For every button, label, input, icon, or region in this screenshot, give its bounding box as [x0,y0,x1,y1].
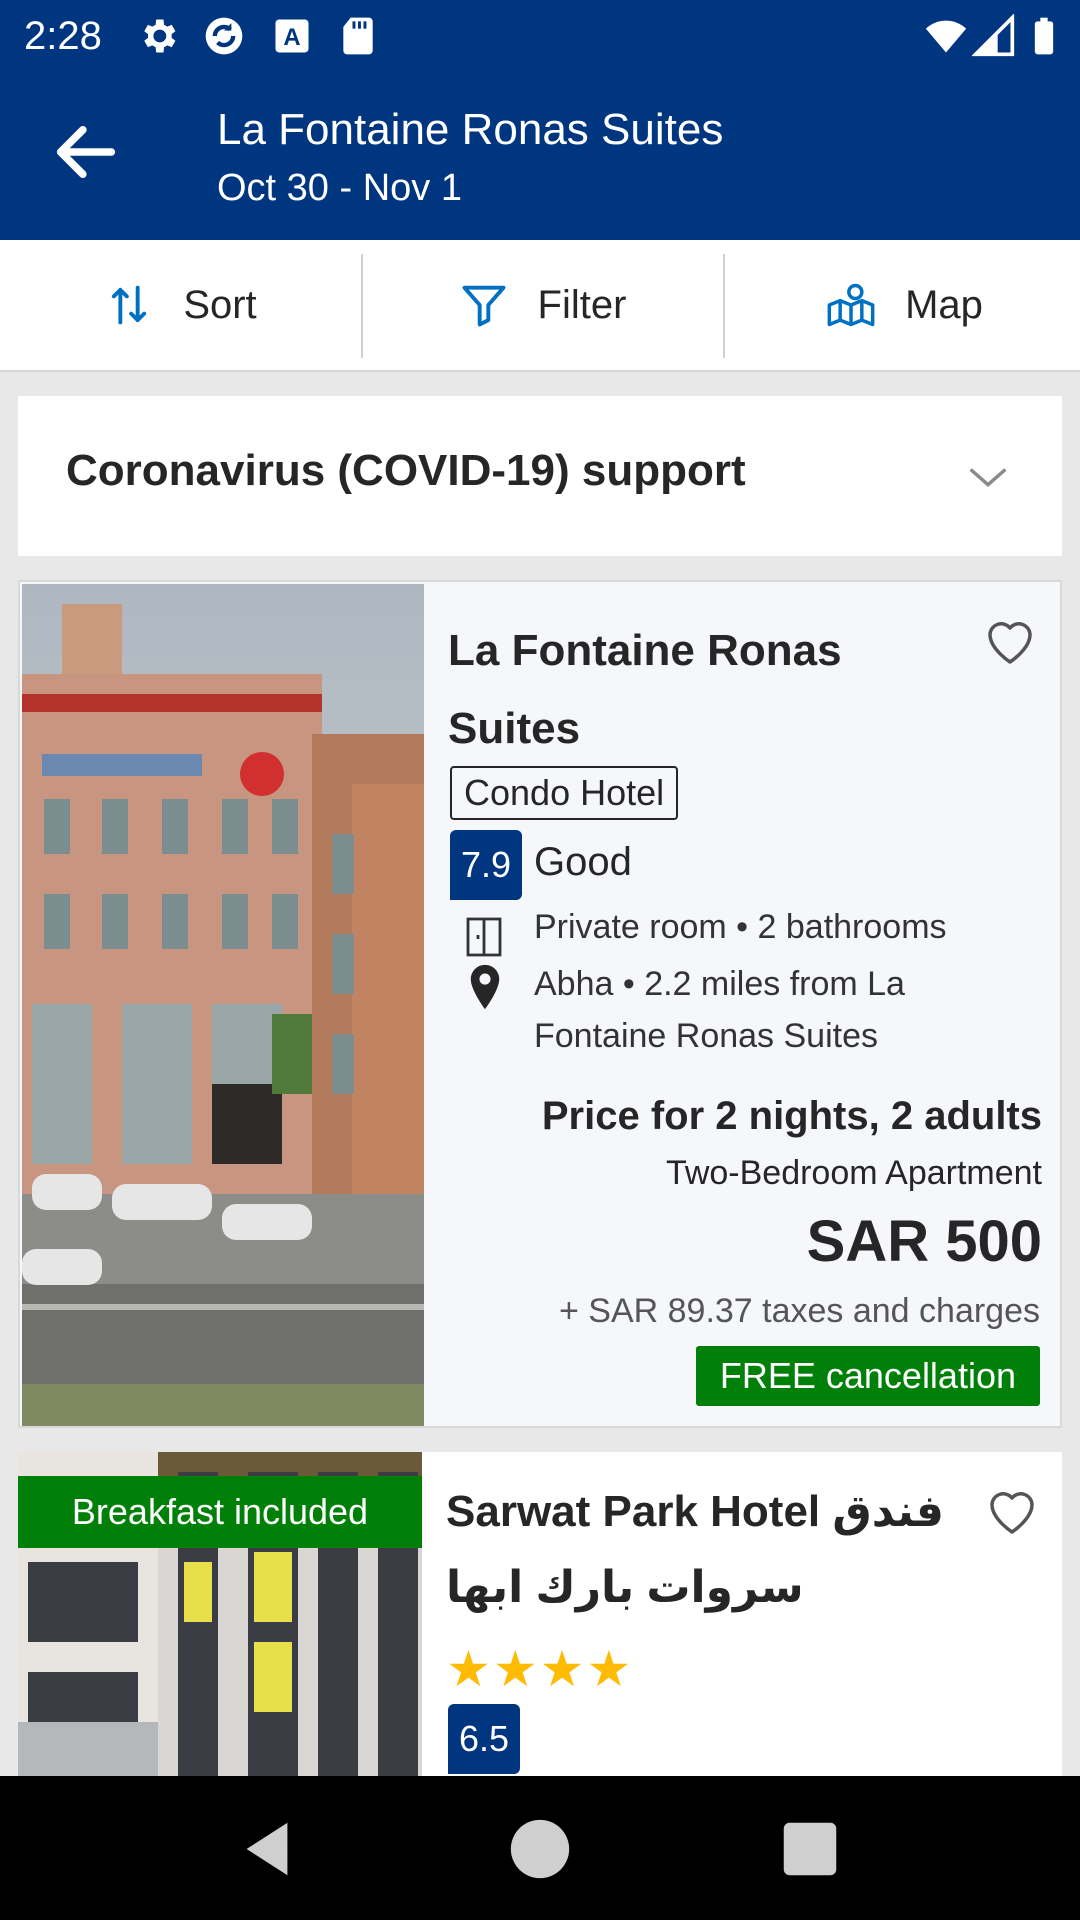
date-range: Oct 30 - Nov 1 [217,167,462,209]
action-bar: Sort Filter Map [0,240,1080,372]
filter-funnel-icon [462,285,505,327]
property-name[interactable]: La Fontaine Ronas Suites [448,612,968,768]
map-icon [827,283,875,327]
system-nav-bar [0,1776,1080,1920]
nav-recents-icon[interactable] [775,1814,845,1884]
review-score-badge: 6.5 [448,1704,520,1774]
room-type: Two-Bedroom Apartment [665,1154,1042,1192]
breakfast-included-badge: Breakfast included [18,1476,422,1548]
property-type-badge: Condo Hotel [450,766,679,820]
sd-card-icon [343,17,373,55]
app-bar: La Fontaine Ronas Suites Oct 30 - Nov 1 [0,72,1080,240]
hotel-building-image [22,584,424,1426]
price-label: Price for 2 nights, 2 adults [541,1094,1042,1138]
page-title: La Fontaine Ronas Suites [217,105,724,154]
room-info: Private room • 2 bathrooms [534,908,947,946]
hotel-photo [22,584,424,1426]
filter-button[interactable]: Filter [362,240,722,370]
sort-label: Sort [183,282,257,327]
nav-back-icon[interactable] [232,1814,302,1884]
review-score-word: Good [534,840,632,884]
map-button[interactable]: Map [724,240,1080,370]
arrow-left-icon[interactable] [48,114,124,190]
svg-text:A: A [283,24,300,51]
gear-icon [144,19,176,53]
font-a-icon: A [275,19,309,53]
status-time: 2:28 [24,14,102,58]
sort-button[interactable]: Sort [0,240,360,370]
heart-icon[interactable] [982,1482,1042,1542]
chevron-down-icon [969,468,1007,487]
location-info: Abha • 2.2 miles from La Fontaine Ronas … [534,965,905,1055]
sync-icon [205,17,243,55]
free-cancellation-badge: FREE cancellation [695,1346,1040,1406]
status-bar: 2:28 A [0,0,1080,72]
signal-icon [972,14,1015,57]
covid-support-label: Coronavirus (COVID-19) support [66,446,746,495]
taxes-info: + SAR 89.37 taxes and charges [558,1292,1040,1330]
location-pin-icon [470,964,500,1010]
heart-icon[interactable] [980,612,1040,672]
filter-label: Filter [537,282,627,327]
price: SAR 500 [806,1209,1042,1274]
covid-support-banner[interactable]: Coronavirus (COVID-19) support [18,396,1062,556]
sort-arrows-icon [112,285,147,325]
nav-home-icon[interactable] [505,1814,575,1884]
property-card[interactable]: La Fontaine Ronas Suites Condo Hotel 7.9… [18,580,1062,1428]
star-rating: ★★★★ [446,1641,634,1697]
battery-icon [1034,17,1054,55]
door-icon [466,917,502,957]
wifi-icon [925,20,967,53]
property-card[interactable]: Breakfast included Sarwat Park Hotel فند… [18,1452,1062,1782]
map-label: Map [905,282,983,327]
review-score-badge: 7.9 [450,830,522,900]
property-name[interactable]: Sarwat Park Hotel فندق سروات بارك ابها [446,1474,966,1626]
